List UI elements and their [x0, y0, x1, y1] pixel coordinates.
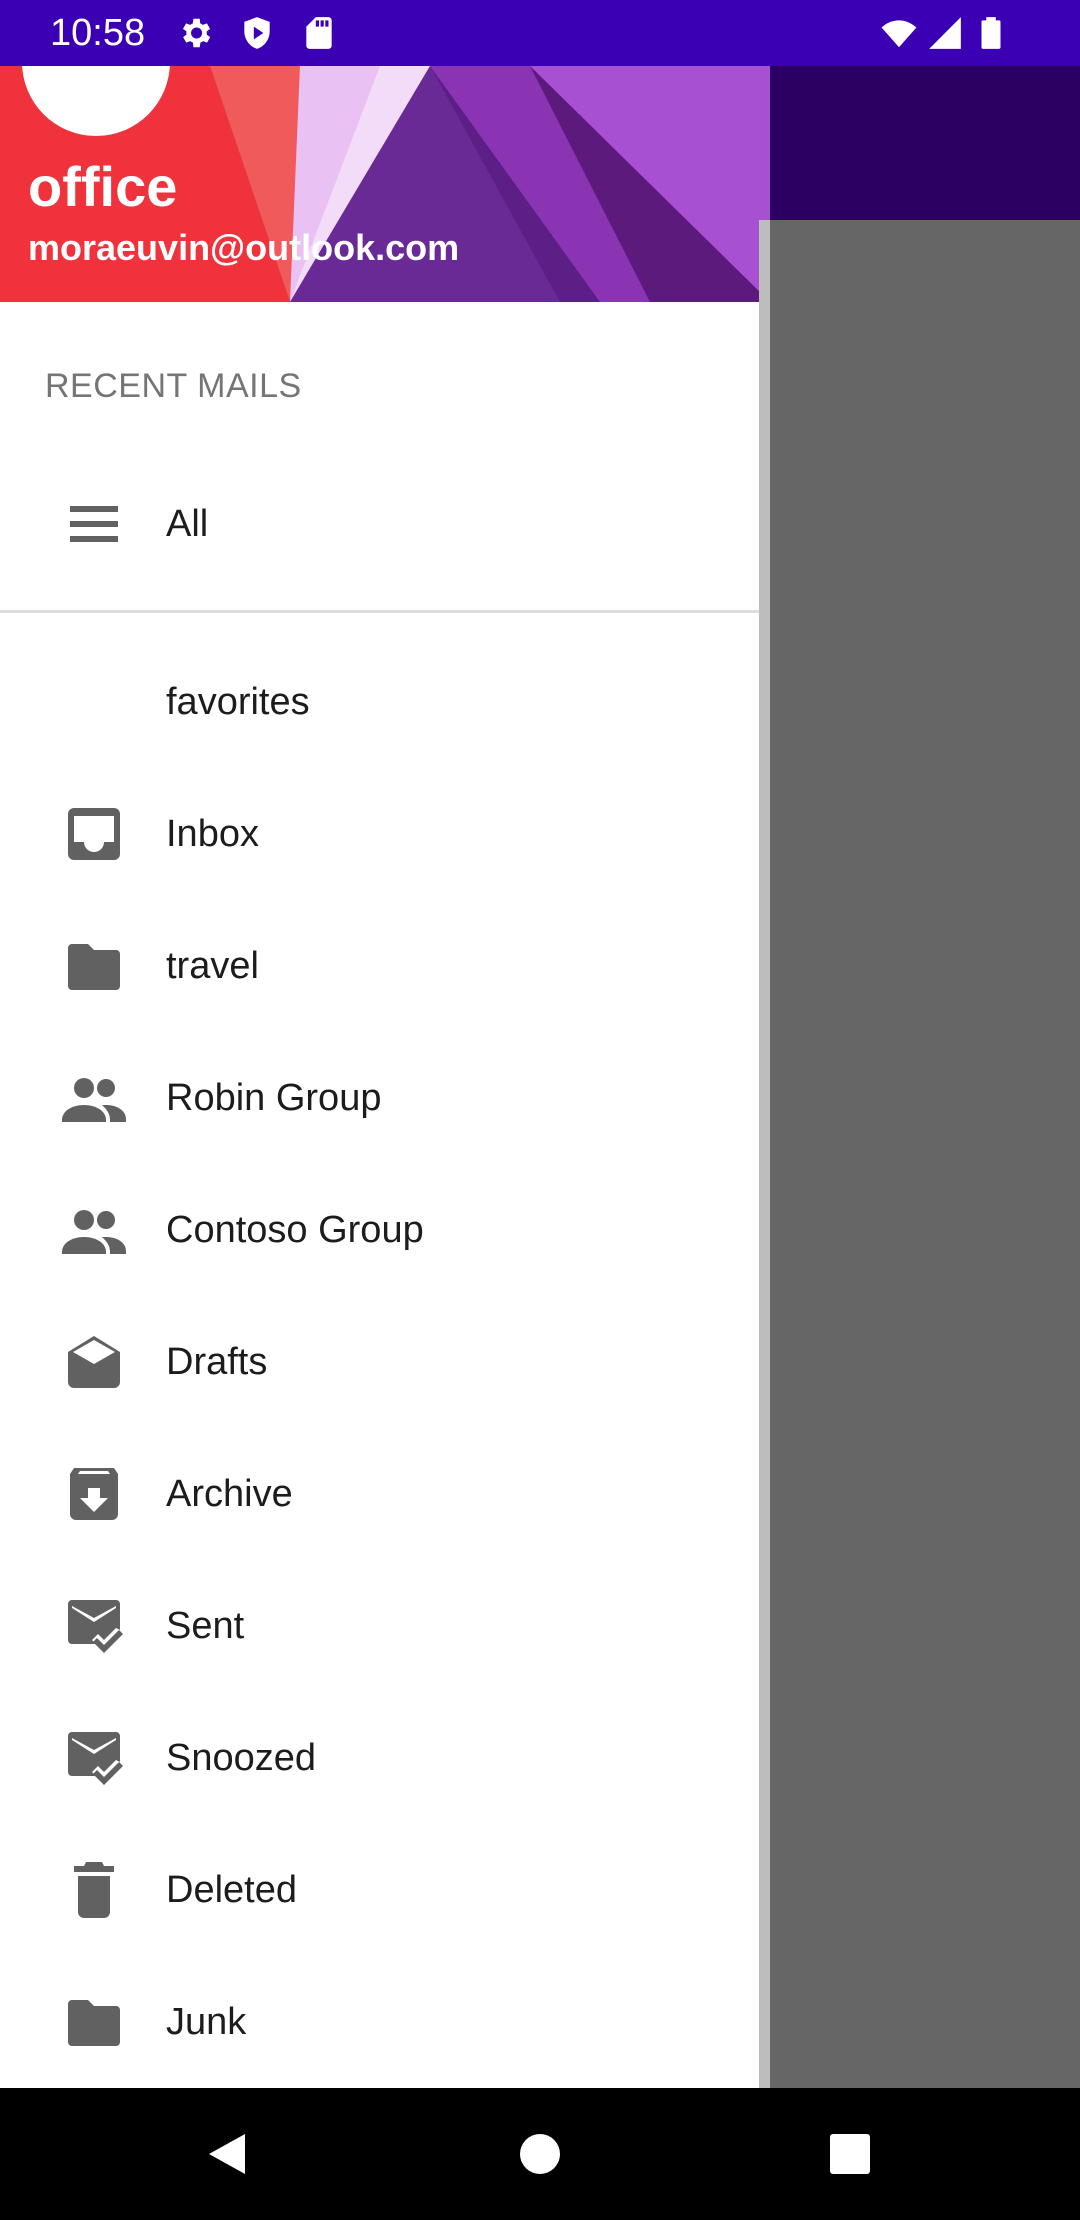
nav-item-label: Sent [166, 1605, 245, 1647]
signal-icon [929, 17, 961, 49]
nav-item-snoozed[interactable]: Snoozed [0, 1692, 759, 1824]
favorites-header: favorites [0, 636, 759, 768]
nav-item-label: Snoozed [166, 1737, 317, 1779]
nav-item-label: Contoso Group [166, 1209, 424, 1251]
section-title: RECENT MAILS [45, 367, 302, 405]
group-icon [62, 1078, 126, 1122]
divider [0, 610, 770, 613]
nav-item-label: Deleted [166, 1869, 297, 1911]
archive-icon [70, 1468, 118, 1520]
nav-item-travel[interactable]: travel [0, 900, 759, 1032]
home-icon[interactable] [474, 2088, 606, 2220]
mail-check-icon [68, 1732, 123, 1785]
nav-item-label: Robin Group [166, 1077, 382, 1119]
system-navigation-bar [0, 2088, 1080, 2220]
favorites-label: favorites [166, 681, 310, 723]
drawer-header: office moraeuvin@outlook.com [0, 66, 770, 302]
nav-item-label: Archive [166, 1473, 293, 1515]
inbox-icon [68, 808, 120, 860]
status-time: 10:58 [50, 12, 146, 54]
nav-item-contoso-group[interactable]: Contoso Group [0, 1164, 759, 1296]
screen: 10:58 office moraeuvin@outlook.com RECEN… [0, 0, 1080, 2220]
nav-item-all[interactable]: All [0, 458, 759, 590]
back-icon[interactable] [160, 2088, 292, 2220]
drafts-icon [68, 1336, 120, 1388]
nav-item-junk[interactable]: Junk [0, 1956, 759, 2088]
mail-check-icon [68, 1600, 123, 1653]
sd-card-icon [306, 17, 332, 49]
nav-item-inbox[interactable]: Inbox [0, 768, 759, 900]
account-email: moraeuvin@outlook.com [28, 227, 460, 268]
folder-icon [68, 944, 120, 990]
nav-item-label: Inbox [166, 813, 259, 855]
drawer-scrollbar[interactable] [759, 220, 770, 2088]
nav-item-label: Junk [166, 2001, 247, 2043]
recents-icon[interactable] [784, 2088, 916, 2220]
app-toolbar [770, 66, 1080, 220]
nav-item-sent[interactable]: Sent [0, 1560, 759, 1692]
battery-icon [981, 17, 1001, 49]
nav-item-label: All [166, 503, 209, 545]
nav-item-robin-group[interactable]: Robin Group [0, 1032, 759, 1164]
nav-item-deleted[interactable]: Deleted [0, 1824, 759, 1956]
menu-lines-icon [70, 506, 118, 542]
drawer-scrim[interactable] [760, 220, 1080, 2088]
play-protect-icon [244, 17, 270, 49]
trash-icon [74, 1862, 114, 1918]
account-name: office [28, 155, 178, 218]
settings-icon [182, 18, 211, 48]
folder-icon [68, 2000, 120, 2046]
group-icon [62, 1210, 126, 1254]
wifi-icon [881, 20, 917, 48]
nav-item-label: travel [166, 945, 259, 987]
status-bar: 10:58 [0, 0, 1080, 66]
navigation-drawer: office moraeuvin@outlook.com RECENT MAIL… [0, 66, 770, 2088]
nav-item-label: Drafts [166, 1341, 268, 1383]
nav-item-archive[interactable]: Archive [0, 1428, 759, 1560]
nav-item-drafts[interactable]: Drafts [0, 1296, 759, 1428]
